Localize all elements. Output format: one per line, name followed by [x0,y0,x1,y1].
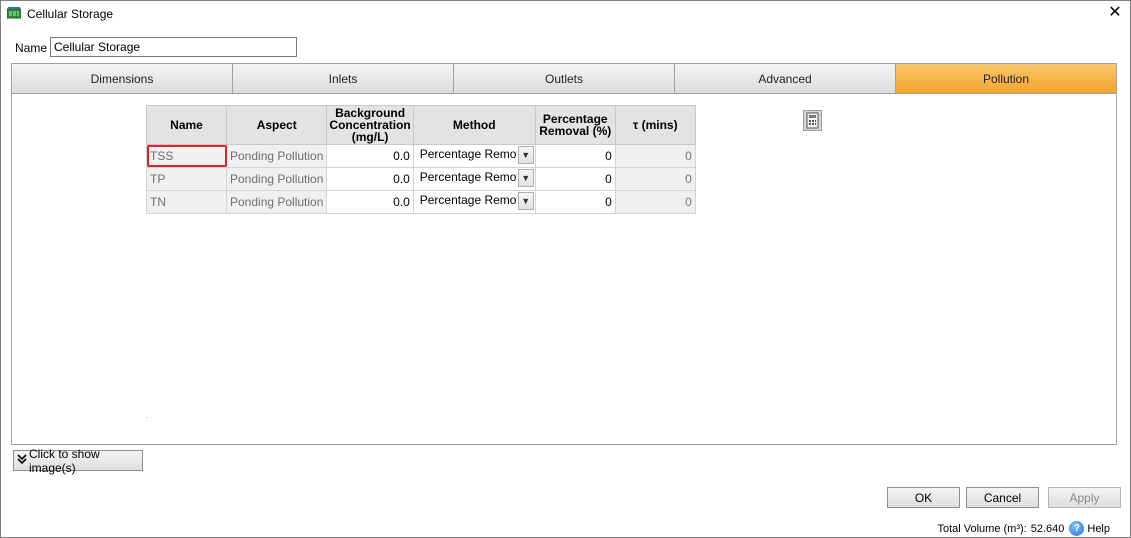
cell-method[interactable]: Percentage Removal ▼ [412,190,536,214]
pollution-panel: Name Aspect Background Concentration (mg… [11,94,1117,445]
tab-bar: Dimensions Inlets Outlets Advanced Pollu… [11,63,1117,94]
cell-percentage-removal[interactable]: 0 [534,167,616,191]
title-bar: Cellular Storage ✕ [1,1,1130,29]
show-images-label: Click to show image(s) [29,446,100,475]
tab-outlets[interactable]: Outlets [454,64,675,93]
tab-inlets[interactable]: Inlets [233,64,454,93]
chevron-down-icon[interactable]: ▼ [517,146,534,164]
total-volume-label: Total Volume (m³): [937,522,1027,535]
cell-aspect: Ponding Pollution [225,144,328,168]
cell-background-concentration[interactable]: 0.0 [326,190,414,214]
cellular-storage-icon [6,7,22,19]
column-header-percentage-removal[interactable]: Percentage Removal (%) [534,105,616,145]
cell-background-concentration[interactable]: 0.0 [326,144,414,168]
total-volume-value: 52.640 [1030,522,1065,535]
help-link[interactable]: Help [1087,523,1110,535]
cell-tau: 0 [614,167,696,191]
close-icon[interactable]: ✕ [1106,4,1124,22]
dialog-window: Cellular Storage ✕ Name Dimensions Inlet… [0,0,1131,538]
tab-pollution[interactable]: Pollution [896,64,1116,93]
cell-percentage-removal[interactable]: 0 [534,190,616,214]
column-header-method[interactable]: Method [412,105,536,145]
table-row[interactable]: TP Ponding Pollution 0.0 Percentage Remo… [146,167,696,191]
chevron-down-icon[interactable]: ▼ [517,169,534,187]
method-value: Percentage Removal [419,193,517,207]
panel-marker: . [146,410,149,420]
header-line: Removal (%) [539,124,612,138]
pollution-grid: Name Aspect Background Concentration (mg… [146,105,696,214]
cell-name[interactable]: TN [146,190,227,214]
cell-background-concentration[interactable]: 0.0 [326,167,414,191]
apply-button[interactable]: Apply [1048,487,1121,508]
name-field[interactable] [50,37,297,57]
tab-advanced[interactable]: Advanced [675,64,896,93]
cell-tau: 0 [614,190,696,214]
window-title: Cellular Storage [27,7,114,21]
cell-name[interactable]: TSS [146,144,228,168]
cell-percentage-removal[interactable]: 0 [534,144,616,168]
cell-tau: 0 [614,144,696,168]
cell-aspect: Ponding Pollution [225,190,328,214]
name-label: Name [15,41,48,55]
cell-method[interactable]: Percentage Removal ▼ [412,144,536,168]
tab-dimensions[interactable]: Dimensions [12,64,233,93]
chevron-down-icon[interactable]: ▼ [517,192,534,210]
cell-name[interactable]: TP [146,167,227,191]
method-value: Percentage Removal [419,147,517,161]
show-images-button[interactable]: Click to show image(s) [13,447,143,475]
help-icon[interactable]: ? [1069,521,1085,536]
double-chevron-down-icon [17,454,27,467]
column-header-aspect[interactable]: Aspect [225,105,328,145]
cell-aspect: Ponding Pollution [225,167,328,191]
column-header-background-concentration[interactable]: Background Concentration (mg/L) [326,105,414,145]
column-header-name[interactable]: Name [146,105,227,145]
cell-method[interactable]: Percentage Removal ▼ [412,167,536,191]
calculator-icon[interactable] [803,110,822,131]
table-row[interactable]: TN Ponding Pollution 0.0 Percentage Remo… [146,190,696,214]
header-line: (mg/L) [351,130,389,144]
table-row[interactable]: TSS Ponding Pollution 0.0 Percentage Rem… [146,144,696,168]
ok-button[interactable]: OK [887,487,960,508]
method-value: Percentage Removal [419,170,517,184]
cancel-button[interactable]: Cancel [966,487,1039,508]
status-bar: Total Volume (m³): 52.640 ? Help [937,521,1110,536]
column-header-tau[interactable]: τ (mins) [614,105,696,145]
